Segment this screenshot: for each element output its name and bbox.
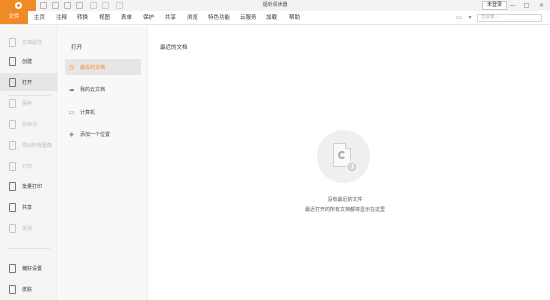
open-option-label: 计算机 [80,109,96,116]
sidebar-item-print[interactable]: 打印 [0,157,58,175]
open-option-add-location[interactable]: ◈ 添加一个位置 [65,126,141,142]
save-as-icon [9,119,16,129]
sidebar-item-label: 打开 [22,79,33,86]
open-option-computer[interactable]: ▭ 计算机 [65,104,141,120]
open-option-label: 我的云文档 [80,86,106,93]
close-document-icon [9,223,16,233]
sidebar-item-save[interactable]: 保存 [0,94,58,112]
sidebar-item-batch-print[interactable]: 批量打印 [0,177,58,195]
menu-protect[interactable]: 保护 [143,14,154,22]
computer-icon: ▭ [68,108,75,116]
preferences-icon [9,263,16,273]
sidebar-divider [8,248,50,249]
menu-share[interactable]: 共享 [165,14,176,22]
recent-clock-icon [346,161,358,173]
empty-state-message: 没有最近的文件 [327,197,363,203]
menu-features[interactable]: 特色功能 [208,14,230,22]
open-option-label: 最近的文档 [80,64,106,71]
save-icon [9,98,16,108]
sidebar-item-label: 批量打印 [22,183,43,190]
sidebar-item-save-as[interactable]: 另存为 [0,115,58,133]
sidebar-item-create[interactable]: 创建 [0,52,58,70]
maximize-icon[interactable]: □ [522,1,531,10]
sidebar-item-label: 文档属性 [22,39,43,46]
open-option-recent[interactable]: ◷ 最近的文档 [65,59,141,75]
open-icon [9,77,16,87]
menu-addons[interactable]: 加载 [266,14,277,22]
sidebar-item-label: 导出所有图像 [22,142,53,149]
clock-icon: ◷ [68,63,75,71]
sidebar-item-label: 创建 [22,58,33,65]
menu-comment[interactable]: 注释 [56,14,67,22]
menu-home[interactable]: 主页 [34,14,45,22]
search-input[interactable]: 告诉我... [477,14,542,22]
sidebar-item-properties[interactable]: 文档属性 [0,33,58,51]
display-mode-icon[interactable]: ▭ [455,14,463,22]
sidebar-item-label: 另存为 [22,121,38,128]
ribbon-menu-bar: 文件 主页 注释 转换 视图 表单 保护 共享 浏览 特色功能 云服务 加载 帮… [0,11,550,25]
document-properties-icon [9,37,16,47]
menu-view[interactable]: 视图 [99,14,110,22]
print-icon [9,161,16,171]
login-button[interactable]: 未登录 [482,1,508,10]
sidebar-item-label: 皮肤 [22,286,33,293]
share-icon [9,202,16,212]
sidebar-item-label: 关闭 [22,225,33,232]
title-bar: 福昕阅读器 未登录 — □ × [0,0,550,11]
minimize-icon[interactable]: — [508,1,517,10]
add-location-icon: ◈ [69,130,74,138]
subpanel-title: 打开 [71,45,83,51]
sidebar-item-label: 保存 [22,100,33,107]
sidebar-item-label: 偏好设置 [22,265,43,272]
sidebar-item-export-images[interactable]: 导出所有图像 [0,136,58,154]
sidebar-item-skin[interactable]: 皮肤 [0,280,58,298]
menu-file[interactable]: 文件 [0,11,28,24]
sidebar-item-preferences[interactable]: 偏好设置 [0,259,58,277]
open-subpanel: 打开 ◷ 最近的文档 ☁ 我的云文档 ▭ 计算机 ◈ 添加一个位置 [59,26,148,300]
window-title: 福昕阅读器 [262,2,288,8]
menu-browse[interactable]: 浏览 [187,14,198,22]
menu-cloud[interactable]: 云服务 [240,14,257,22]
sidebar-item-open[interactable]: 打开 [0,73,58,91]
skin-icon [9,284,16,294]
sidebar-item-share[interactable]: 共享 [0,198,58,216]
close-icon[interactable]: × [537,1,546,10]
open-option-cloud[interactable]: ☁ 我的云文档 [65,81,141,97]
sidebar-item-label: 共享 [22,204,33,211]
file-sidebar: 文档属性 创建 打开 保存 另存为 导出所有图像 打印 批量打印 共享 关闭 偏… [0,26,58,300]
menu-convert[interactable]: 转换 [77,14,88,22]
open-option-label: 添加一个位置 [80,131,111,138]
recent-documents-title: 最近的文档 [160,45,188,51]
export-images-icon [9,140,16,150]
sidebar-item-close[interactable]: 关闭 [0,219,58,237]
empty-state-hint: 最近打开的所有文档都将显示在这里 [304,207,385,213]
dropdown-chevron-icon[interactable]: ▾ [466,14,474,22]
menu-help[interactable]: 帮助 [289,14,300,22]
create-icon [9,56,16,66]
cloud-icon: ☁ [68,85,75,93]
batch-print-icon [9,181,16,191]
menu-form[interactable]: 表单 [121,14,132,22]
sidebar-item-label: 打印 [22,163,33,170]
